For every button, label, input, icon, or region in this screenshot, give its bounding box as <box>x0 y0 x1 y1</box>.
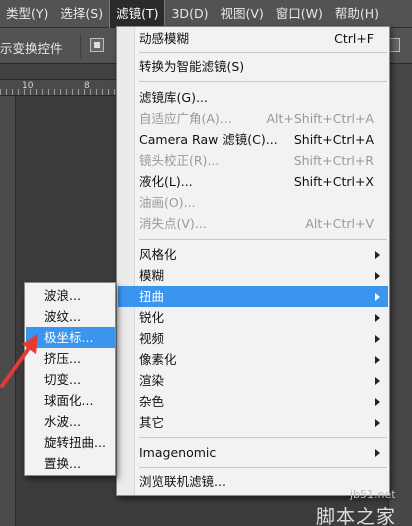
show-transform-controls-label[interactable]: 示变换控件 <box>0 38 63 57</box>
vertical-ruler <box>0 96 16 526</box>
submenu-item-label: 球面化... <box>44 393 94 408</box>
menu-item-camera-raw[interactable]: Camera Raw 滤镜(C)... Shift+Ctrl+A <box>118 129 388 150</box>
submenu-item-ripple[interactable]: 波纹... <box>26 306 115 327</box>
menu-item-lens-correction: 镜头校正(R)... Shift+Ctrl+R <box>118 150 388 171</box>
menu-item-label: Imagenomic <box>139 445 217 460</box>
submenu-item-label: 极坐标... <box>44 330 94 345</box>
menu-item-sharpen[interactable]: 锐化 <box>118 307 388 328</box>
menu-item-label: 风格化 <box>139 247 177 262</box>
menu-item-other[interactable]: 其它 <box>118 412 388 433</box>
submenu-item-twirl[interactable]: 旋转扭曲... <box>26 432 115 453</box>
align-icon[interactable] <box>90 38 104 52</box>
menu-item-label: 消失点(V)... <box>139 216 207 231</box>
menu-3d[interactable]: 3D(D) <box>165 0 214 28</box>
menu-item-label: 液化(L)... <box>139 174 193 189</box>
watermark-name: 脚本之家 <box>316 506 397 526</box>
submenu-arrow-icon <box>375 398 380 406</box>
annotation-arrow-icon <box>0 334 38 388</box>
submenu-arrow-icon <box>375 449 380 457</box>
menu-item-label: 视频 <box>139 331 165 346</box>
menu-item-label: 杂色 <box>139 394 165 409</box>
menu-separator <box>139 81 387 82</box>
menu-window[interactable]: 窗口(W) <box>270 0 329 28</box>
options-separator <box>80 34 81 58</box>
menu-item-label: 渲染 <box>139 373 165 388</box>
menu-item-stylize[interactable]: 风格化 <box>118 244 388 265</box>
menu-item-filter-gallery[interactable]: 滤镜库(G)... <box>118 87 388 108</box>
submenu-arrow-icon <box>375 356 380 364</box>
menu-item-shortcut: Shift+Ctrl+R <box>293 153 374 168</box>
submenu-item-label: 挤压... <box>44 351 81 366</box>
submenu-item-label: 波浪... <box>44 288 81 303</box>
menu-item-label: 油画(O)... <box>139 195 196 210</box>
menu-separator <box>139 437 387 438</box>
menu-item-video[interactable]: 视频 <box>118 328 388 349</box>
menu-item-label: 模糊 <box>139 268 165 283</box>
submenu-item-label: 旋转扭曲... <box>44 435 106 450</box>
menu-item-noise[interactable]: 杂色 <box>118 391 388 412</box>
menu-item-imagenomic[interactable]: Imagenomic <box>118 442 388 463</box>
menu-item-liquify[interactable]: 液化(L)... Shift+Ctrl+X <box>118 171 388 192</box>
menu-separator <box>139 239 387 240</box>
menu-item-blur[interactable]: 模糊 <box>118 265 388 286</box>
menu-item-label: 锐化 <box>139 310 165 325</box>
menu-item-label: 滤镜库(G)... <box>139 90 208 105</box>
menu-item-motion-blur[interactable]: 动感模糊 Ctrl+F <box>118 28 388 49</box>
menu-item-distort[interactable]: 扭曲 <box>118 286 388 307</box>
menu-item-label: 浏览联机滤镜... <box>139 474 226 489</box>
watermark-url: jb51.net <box>350 488 396 501</box>
submenu-arrow-icon <box>375 293 380 301</box>
menu-item-label: 扭曲 <box>139 289 165 304</box>
menu-item-render[interactable]: 渲染 <box>118 370 388 391</box>
submenu-item-zigzag[interactable]: 水波... <box>26 411 115 432</box>
submenu-arrow-icon <box>375 314 380 322</box>
submenu-arrow-icon <box>375 377 380 385</box>
submenu-item-displace[interactable]: 置换... <box>26 453 115 474</box>
menu-item-oil-paint: 油画(O)... <box>118 192 388 213</box>
right-panel-strip <box>388 64 412 526</box>
submenu-item-label: 波纹... <box>44 309 81 324</box>
menu-filter[interactable]: 滤镜(T) <box>109 0 166 28</box>
submenu-item-wave[interactable]: 波浪... <box>26 285 115 306</box>
menu-item-label: 其它 <box>139 415 165 430</box>
submenu-arrow-icon <box>375 272 380 280</box>
menu-item-shortcut: Shift+Ctrl+X <box>293 174 374 189</box>
menu-item-pixelate[interactable]: 像素化 <box>118 349 388 370</box>
menu-item-shortcut: Alt+Ctrl+V <box>305 216 374 231</box>
menu-view[interactable]: 视图(V) <box>214 0 269 28</box>
menu-item-vanishing-point: 消失点(V)... Alt+Ctrl+V <box>118 213 388 234</box>
menu-item-shortcut: Ctrl+F <box>334 31 374 46</box>
submenu-item-label: 水波... <box>44 414 81 429</box>
menu-item-convert-smart-filter[interactable]: 转换为智能滤镜(S) <box>118 56 388 77</box>
submenu-item-label: 切变... <box>44 372 81 387</box>
menu-item-label: 镜头校正(R)... <box>139 153 220 168</box>
menu-help[interactable]: 帮助(H) <box>329 0 385 28</box>
submenu-arrow-icon <box>375 419 380 427</box>
menu-bar: 类型(Y) 选择(S) 滤镜(T) 3D(D) 视图(V) 窗口(W) 帮助(H… <box>0 0 412 28</box>
menu-separator <box>139 52 387 53</box>
menu-item-label: 像素化 <box>139 352 177 367</box>
menu-select[interactable]: 选择(S) <box>54 0 109 28</box>
menu-item-label: 动感模糊 <box>139 31 190 46</box>
menu-item-label: 转换为智能滤镜(S) <box>139 59 245 74</box>
menu-item-label: Camera Raw 滤镜(C)... <box>139 132 278 147</box>
watermark: jb51.net 脚本之家 <box>302 488 412 526</box>
submenu-arrow-icon <box>375 251 380 259</box>
menu-type[interactable]: 类型(Y) <box>0 0 54 28</box>
submenu-item-spherize[interactable]: 球面化... <box>26 390 115 411</box>
submenu-arrow-icon <box>375 335 380 343</box>
menu-item-label: 自适应广角(A)... <box>139 111 232 126</box>
submenu-item-label: 置换... <box>44 456 81 471</box>
menu-item-adaptive-wide-angle: 自适应广角(A)... Alt+Shift+Ctrl+A <box>118 108 388 129</box>
filter-menu: 动感模糊 Ctrl+F 转换为智能滤镜(S) 滤镜库(G)... 自适应广角(A… <box>116 26 390 496</box>
menu-item-shortcut: Shift+Ctrl+A <box>293 132 374 147</box>
menu-separator <box>139 467 387 468</box>
menu-item-shortcut: Alt+Shift+Ctrl+A <box>266 111 374 126</box>
